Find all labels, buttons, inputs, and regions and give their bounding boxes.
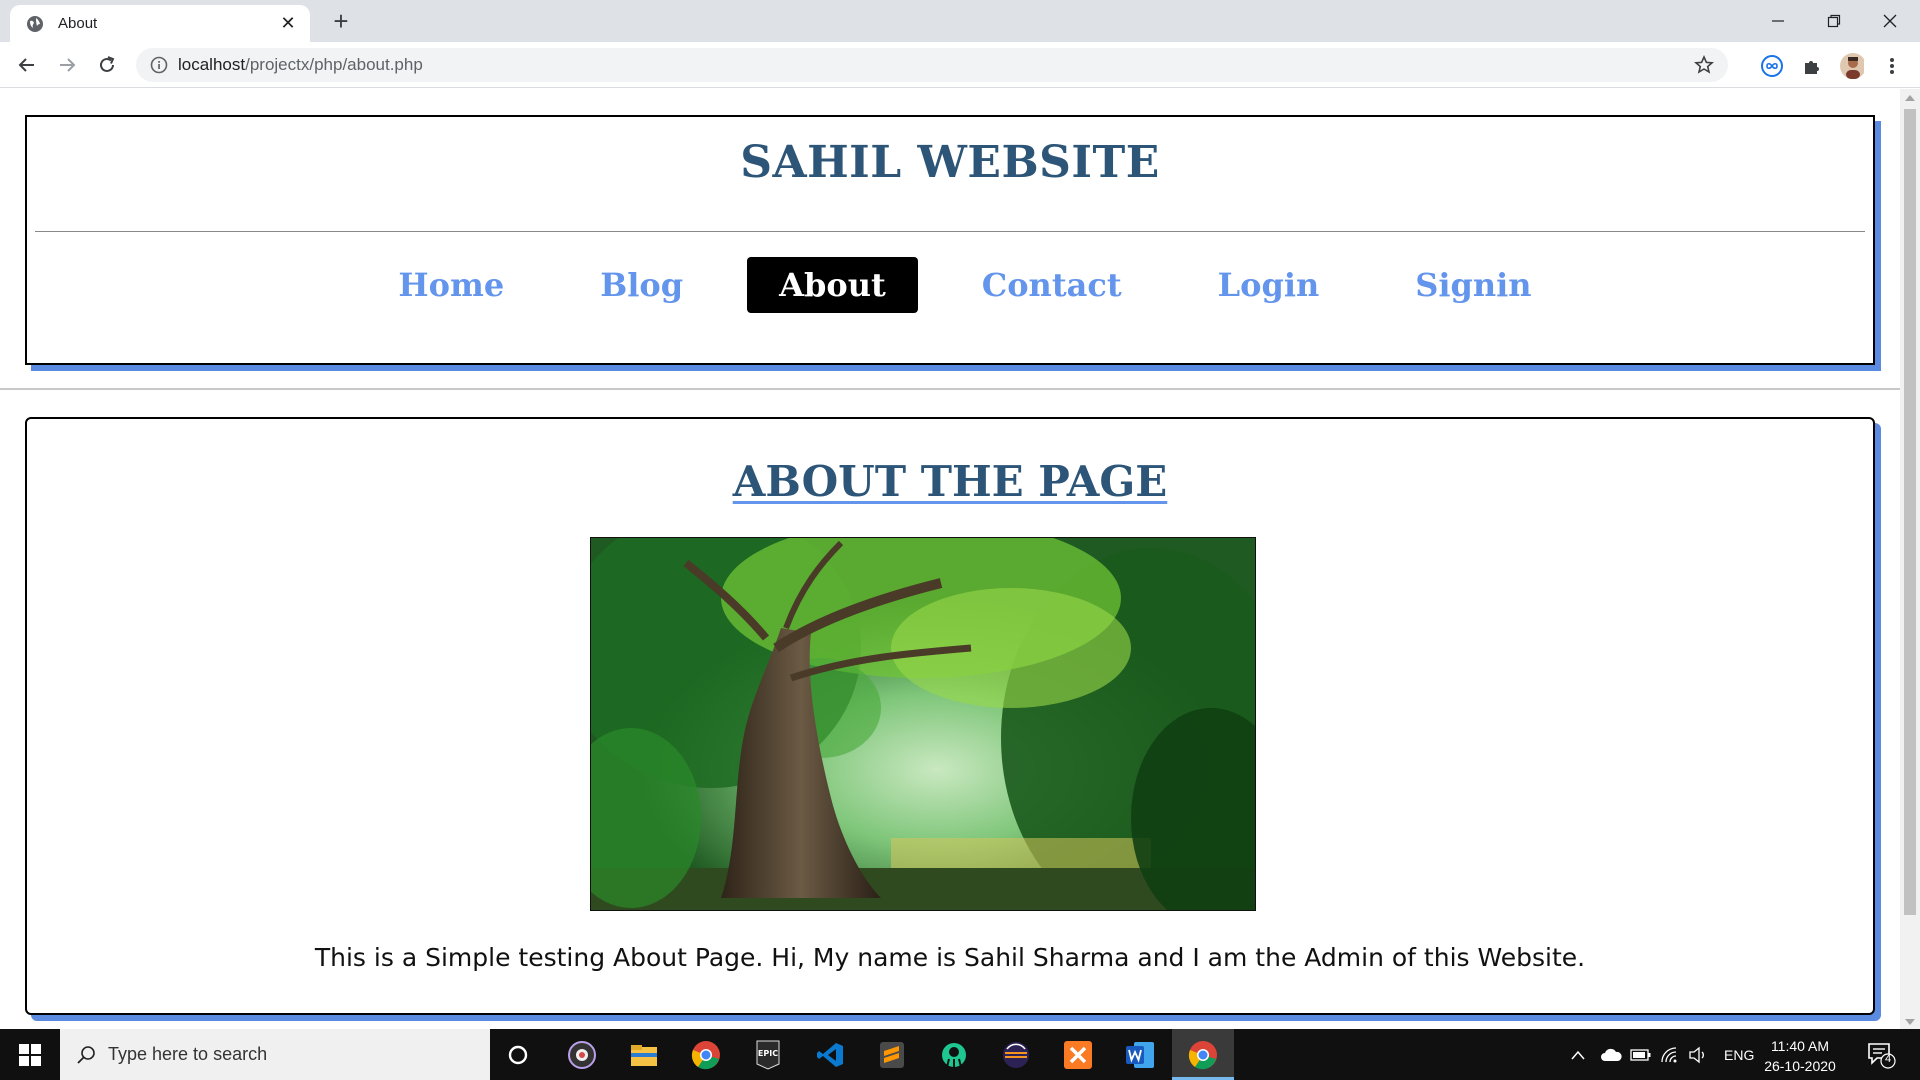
taskbar-clock[interactable]: 11:40 AM 26-10-2020 (1760, 1036, 1840, 1076)
minimize-icon[interactable] (1750, 0, 1806, 42)
globe-icon (27, 15, 43, 32)
restore-icon[interactable] (1806, 0, 1862, 42)
section-divider (0, 388, 1900, 390)
page-viewport: SAHIL WEBSITE Home Blog About Contact Lo… (0, 89, 1900, 1029)
close-window-icon[interactable] (1862, 0, 1918, 42)
about-body-text: This is a Simple testing About Page. Hi,… (314, 943, 1586, 972)
cortana-icon[interactable] (500, 1037, 536, 1073)
word-icon[interactable] (1122, 1037, 1158, 1073)
main-nav: Home Blog About Contact Login Signin (27, 257, 1873, 313)
taskbar-search-box[interactable]: Type here to search (60, 1029, 490, 1080)
nav-signin[interactable]: Signin (1383, 257, 1563, 313)
about-heading: ABOUT THE PAGE (732, 457, 1168, 506)
gitkraken-icon[interactable] (936, 1037, 972, 1073)
eclipse-icon[interactable] (998, 1037, 1034, 1073)
close-tab-icon[interactable]: ✕ (278, 13, 298, 34)
profile-avatar[interactable] (1840, 53, 1864, 79)
scroll-up-arrow-icon[interactable] (1905, 95, 1915, 101)
forward-arrow-icon[interactable] (52, 50, 82, 80)
show-hidden-icons-chevron-icon[interactable] (1570, 1029, 1586, 1080)
action-center-button[interactable]: 4 (1866, 1039, 1896, 1069)
clock-date: 26-10-2020 (1764, 1058, 1836, 1074)
vertical-scrollbar[interactable] (1900, 89, 1920, 1029)
scroll-thumb[interactable] (1904, 109, 1916, 915)
browser-toolbar: localhost/projectx/php/about.php (0, 42, 1920, 88)
tree-image (590, 537, 1256, 911)
windows-taskbar: Type here to search EPIC ENG 11:40 AM 26… (0, 1029, 1920, 1080)
site-title: SAHIL WEBSITE (740, 137, 1160, 188)
browser-tab[interactable]: About ✕ (10, 5, 310, 42)
file-explorer-icon[interactable] (626, 1037, 662, 1073)
notification-count: 4 (1884, 1053, 1892, 1065)
windows-start-button[interactable] (0, 1029, 60, 1080)
volume-icon[interactable] (1688, 1029, 1708, 1080)
chrome-active-icon[interactable] (1185, 1037, 1221, 1073)
site-header: SAHIL WEBSITE Home Blog About Contact Lo… (25, 115, 1875, 365)
nav-contact[interactable]: Contact (950, 257, 1154, 313)
address-bar[interactable]: localhost/projectx/php/about.php (136, 48, 1728, 82)
obs-app-icon[interactable] (564, 1037, 600, 1073)
extension-loop-icon[interactable] (1760, 54, 1784, 78)
nav-about[interactable]: About (747, 257, 918, 313)
bookmark-star-icon[interactable] (1694, 55, 1714, 80)
vscode-icon[interactable] (812, 1037, 848, 1073)
tab-title: About (58, 15, 98, 32)
puzzle-extensions-icon[interactable] (1800, 54, 1824, 78)
header-divider (35, 231, 1865, 232)
reload-icon[interactable] (92, 50, 122, 80)
windows-logo-icon (19, 1043, 41, 1066)
onedrive-cloud-icon[interactable] (1600, 1029, 1622, 1080)
language-indicator[interactable]: ENG (1724, 1029, 1754, 1080)
url-path: /projectx/php/about.php (245, 55, 423, 74)
wifi-icon[interactable] (1660, 1029, 1680, 1080)
epic-games-icon[interactable]: EPIC (750, 1037, 786, 1073)
sublime-text-icon[interactable] (874, 1037, 910, 1073)
chrome-app-icon[interactable] (688, 1037, 724, 1073)
xampp-icon[interactable] (1060, 1037, 1096, 1073)
back-arrow-icon[interactable] (12, 50, 42, 80)
new-tab-button[interactable]: + (326, 6, 356, 36)
scroll-down-arrow-icon[interactable] (1905, 1019, 1915, 1025)
nav-home[interactable]: Home (366, 257, 536, 313)
clock-time: 11:40 AM (1770, 1038, 1830, 1054)
url-host: localhost (178, 55, 246, 74)
search-icon (77, 1045, 95, 1064)
url-text: localhost/projectx/php/about.php (178, 55, 423, 75)
about-section: ABOUT THE PAGE This is a Simple testing … (25, 417, 1875, 1015)
svg-text:EPIC: EPIC (758, 1049, 778, 1058)
nav-login[interactable]: Login (1186, 257, 1352, 313)
tab-strip: About ✕ + (0, 0, 1920, 42)
search-placeholder: Type here to search (108, 1044, 268, 1064)
browser-menu-icon[interactable] (1880, 54, 1904, 78)
nav-blog[interactable]: Blog (568, 257, 715, 313)
battery-icon[interactable] (1630, 1029, 1652, 1080)
info-icon[interactable] (142, 56, 176, 74)
